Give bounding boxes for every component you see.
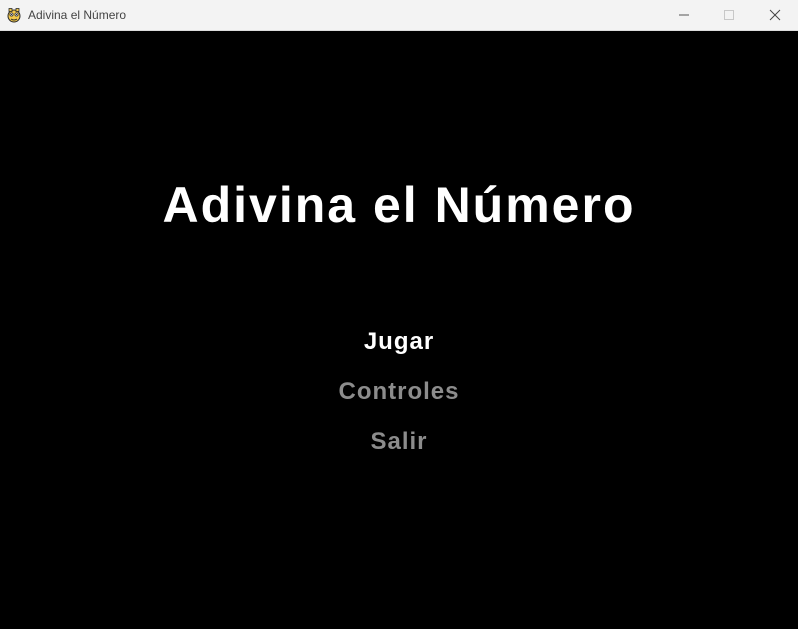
maximize-button[interactable] (706, 0, 752, 30)
menu-item-controls[interactable]: Controles (0, 377, 798, 407)
game-canvas[interactable]: Adivina el Número Jugar Controles Salir (0, 31, 798, 629)
window-titlebar[interactable]: Adivina el Número (0, 0, 798, 31)
close-button[interactable] (752, 0, 798, 30)
pygame-snake-icon (6, 7, 22, 23)
game-title: Adivina el Número (162, 177, 636, 233)
minimize-button[interactable] (661, 0, 707, 30)
app-window: Adivina el Número Adivina el Número Juga… (0, 0, 798, 629)
menu-item-play[interactable]: Jugar (0, 327, 798, 357)
menu-item-exit[interactable]: Salir (0, 427, 798, 457)
window-title: Adivina el Número (28, 8, 127, 22)
